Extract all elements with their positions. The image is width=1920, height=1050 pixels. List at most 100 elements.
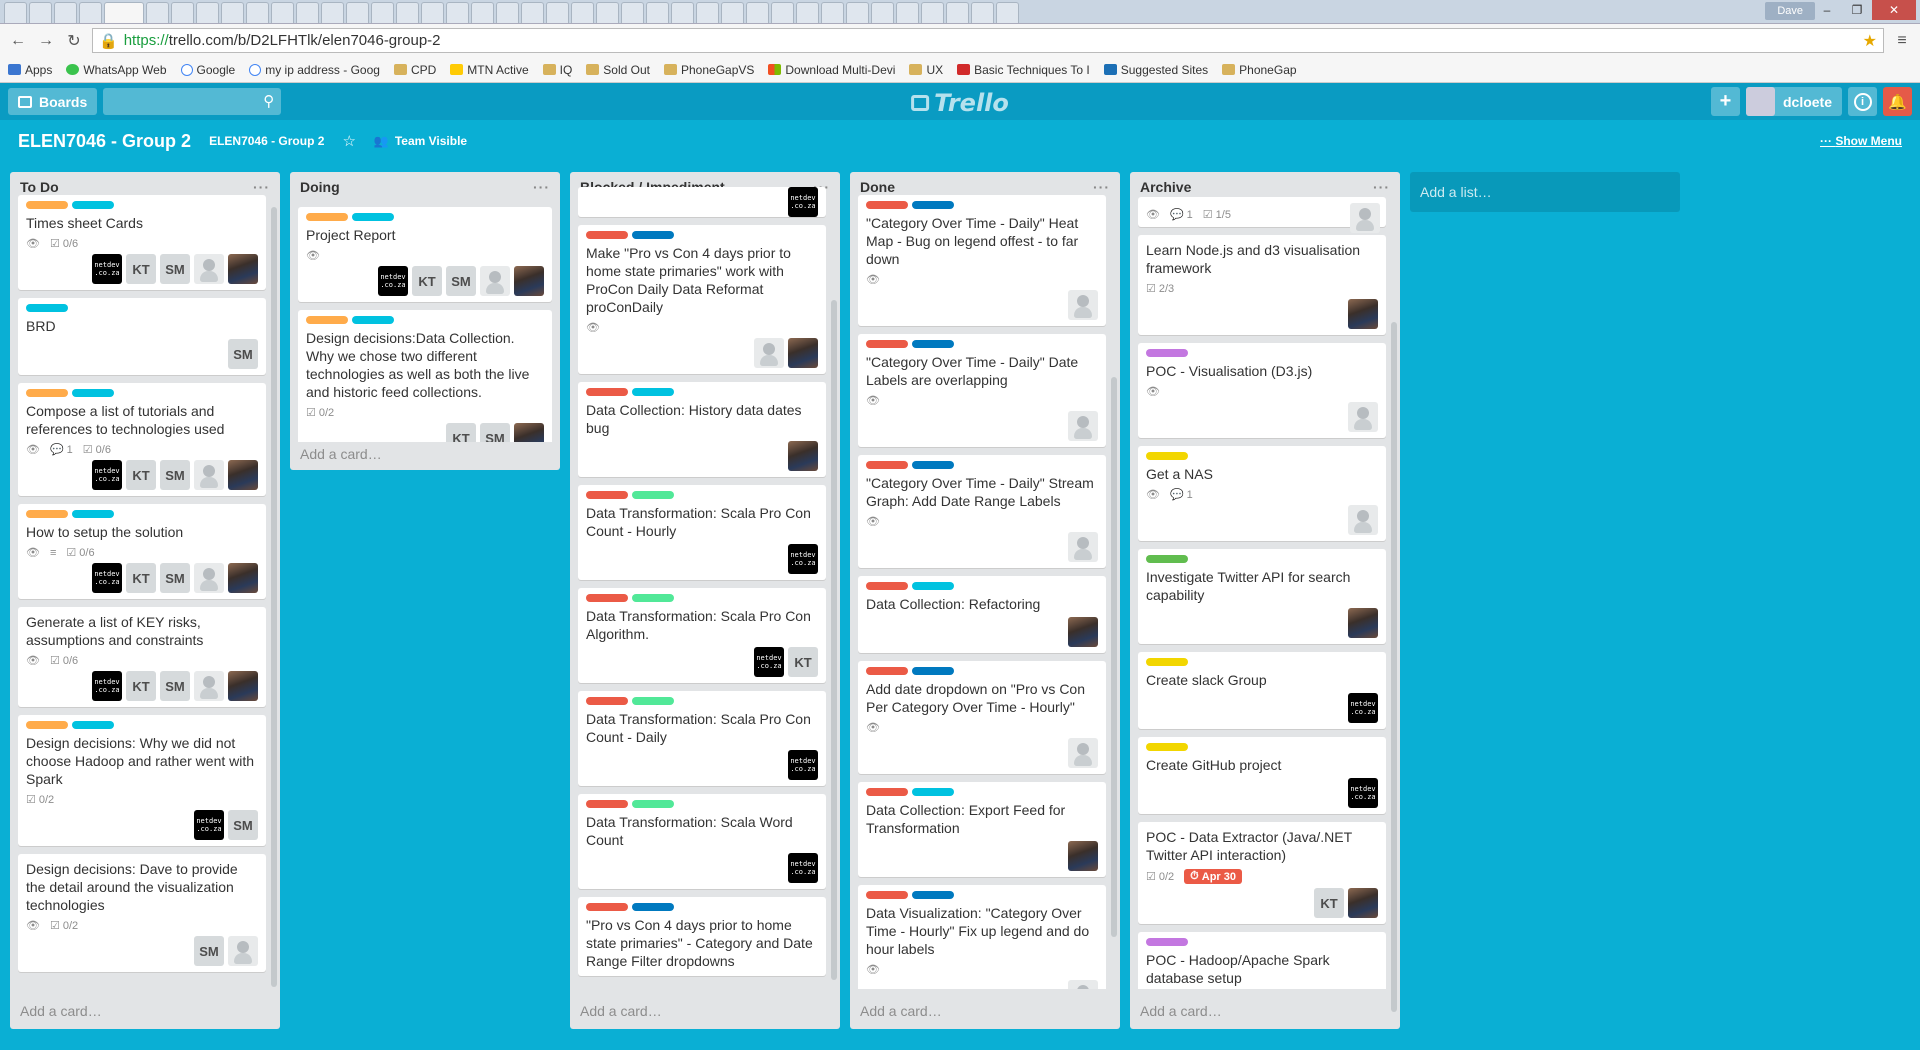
minimize-icon[interactable]: – [1812,0,1842,20]
member-initials-kt[interactable]: KT [126,563,156,593]
member-avatar-netdev[interactable]: netdev .co.za [788,750,818,780]
trello-logo[interactable]: Trello [911,89,1009,117]
browser-tab[interactable] [79,2,102,23]
member-avatar-default[interactable] [228,936,258,966]
card[interactable]: Design decisions: Dave to provide the de… [18,854,266,972]
card[interactable]: Project Report 👁 netdev .co.za KT SM [298,207,552,302]
member-avatar-netdev[interactable]: netdev .co.za [1348,693,1378,723]
member-avatar-netdev[interactable]: netdev .co.za [92,460,122,490]
browser-tab[interactable] [621,2,644,23]
card[interactable]: Investigate Twitter API for search capab… [1138,549,1386,644]
member-avatar-photo[interactable] [228,460,258,490]
browser-tab[interactable] [971,2,994,23]
browser-tab[interactable] [346,2,369,23]
browser-tab[interactable] [396,2,419,23]
member-avatar-default[interactable] [194,563,224,593]
member-initials-sm[interactable]: SM [160,254,190,284]
info-button[interactable]: i [1848,87,1877,116]
list-scrollbar[interactable] [831,300,837,980]
member-avatar-netdev[interactable]: netdev .co.za [378,266,408,296]
card[interactable]: Get a NAS 👁 💬 1 [1138,446,1386,541]
notifications-button[interactable]: 🔔 [1883,87,1912,116]
member-avatar-default[interactable] [1068,738,1098,768]
card[interactable]: Data Collection: History data dates bug [578,382,826,477]
member-initials-sm[interactable]: SM [160,563,190,593]
member-avatar-default[interactable] [194,671,224,701]
star-icon[interactable]: ☆ [342,132,355,150]
browser-tab[interactable] [946,2,969,23]
member-initials-kt[interactable]: KT [1314,888,1344,918]
member-avatar-default[interactable] [194,460,224,490]
browser-tab[interactable] [54,2,77,23]
board-title[interactable]: ELEN7046 - Group 2 [18,131,191,152]
maximize-icon[interactable]: ❐ [1842,0,1872,20]
list-title[interactable]: To Do [20,179,59,195]
member-initials-sm[interactable]: SM [160,671,190,701]
member-initials-kt[interactable]: KT [788,647,818,677]
member-initials-kt[interactable]: KT [126,671,156,701]
list-scrollbar[interactable] [1111,377,1117,937]
member-avatar-netdev[interactable]: netdev .co.za [92,671,122,701]
list-menu-icon[interactable]: ··· [1093,179,1110,195]
member-avatar-default[interactable] [1068,532,1098,562]
close-icon[interactable]: ✕ [1872,0,1916,20]
card[interactable]: "Category Over Time - Daily" Stream Grap… [858,455,1106,568]
browser-tab[interactable] [721,2,744,23]
member-initials-kt[interactable]: KT [446,423,476,442]
browser-tab[interactable] [746,2,769,23]
card[interactable]: Times sheet Cards 👁 ☑ 0/6 netdev .co.za KT SM [18,195,266,290]
member-avatar-default[interactable] [1350,203,1380,233]
show-menu-link[interactable]: ··· Show Menu [1820,134,1902,148]
list-title[interactable]: Doing [300,179,340,195]
list-title[interactable]: Archive [1140,179,1191,195]
browser-tab[interactable] [546,2,569,23]
card[interactable]: POC - Data Extractor (Java/.NET Twitter … [1138,822,1386,924]
bookmark-item[interactable]: PhoneGapVS [664,63,754,77]
browser-tab[interactable] [321,2,344,23]
bookmark-item[interactable]: Suggested Sites [1103,63,1208,77]
member-avatar-photo[interactable] [1348,608,1378,638]
member-avatar-netdev[interactable]: netdev .co.za [92,254,122,284]
browser-tab[interactable] [871,2,894,23]
add-card-link[interactable]: Add a card… [860,1003,942,1019]
member-avatar-default[interactable] [480,266,510,296]
browser-tab[interactable] [146,2,169,23]
card[interactable]: Add date dropdown on "Pro vs Con Per Cat… [858,661,1106,774]
member-initials-sm[interactable]: SM [480,423,510,442]
browser-tab[interactable] [796,2,819,23]
member-initials-sm[interactable]: SM [160,460,190,490]
bookmark-item[interactable]: MTN Active [450,63,529,77]
forward-icon[interactable]: → [36,32,56,50]
add-card-link[interactable]: Add a card… [300,446,382,462]
bookmark-item[interactable]: PhoneGap [1222,63,1297,77]
browser-tab[interactable] [521,2,544,23]
member-avatar-netdev[interactable]: netdev .co.za [788,853,818,883]
add-list-button[interactable]: Add a list… [1410,172,1680,212]
member-avatar-photo[interactable] [1068,617,1098,647]
member-avatar-netdev[interactable]: netdev .co.za [1348,778,1378,808]
member-avatar-photo[interactable] [514,423,544,442]
member-avatar-netdev[interactable]: netdev .co.za [788,544,818,574]
add-card-link[interactable]: Add a card… [580,1003,662,1019]
bookmark-item[interactable]: UX [909,63,943,77]
bookmark-item[interactable]: Download Multi-Devi [768,63,895,77]
bookmark-item[interactable]: WhatsApp Web [66,63,167,77]
member-avatar-photo[interactable] [228,254,258,284]
member-avatar-photo[interactable] [1348,299,1378,329]
member-avatar-default[interactable] [194,254,224,284]
browser-tab[interactable] [921,2,944,23]
member-avatar-default[interactable] [1348,505,1378,535]
card[interactable]: POC - Visualisation (D3.js) 👁 [1138,343,1386,438]
card[interactable]: Create slack Group netdev .co.za [1138,652,1386,729]
member-avatar-photo[interactable] [788,441,818,471]
member-initials-sm[interactable]: SM [228,339,258,369]
browser-tab[interactable] [471,2,494,23]
visibility-button[interactable]: 👥 Team Visible [374,134,467,148]
browser-tab[interactable] [646,2,669,23]
card[interactable]: Data Collection: Export Feed for Transfo… [858,782,1106,877]
browser-tab[interactable] [846,2,869,23]
member-avatar-default[interactable] [754,338,784,368]
member-avatar-netdev[interactable]: netdev .co.za [92,563,122,593]
browser-tab[interactable] [29,2,52,23]
browser-tab[interactable] [446,2,469,23]
